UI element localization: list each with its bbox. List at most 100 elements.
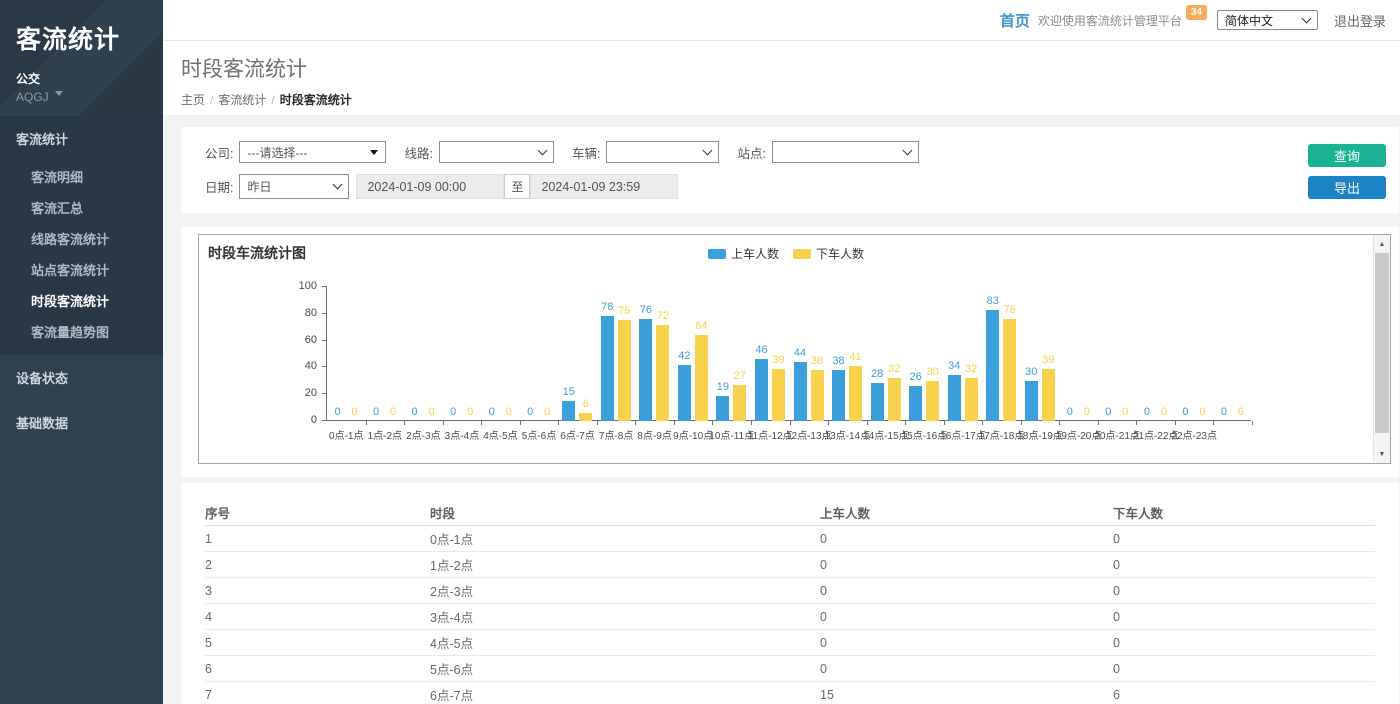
- chart-bar: [695, 335, 708, 421]
- bar-value-label: 0: [506, 406, 512, 418]
- station-select[interactable]: [772, 141, 919, 163]
- breadcrumb-section[interactable]: 客流统计: [218, 93, 266, 107]
- bar-value-label: 27: [734, 370, 746, 382]
- table-cell: 1: [205, 532, 430, 546]
- chevron-down-icon: [703, 145, 713, 155]
- date-to-input[interactable]: 2024-01-09 23:59: [530, 174, 678, 199]
- data-table-panel: 序号时段上车人数下车人数 10点-1点0021点-2点0032点-3点0043点…: [181, 483, 1399, 704]
- chevron-down-icon: [333, 180, 343, 190]
- x-axis-label: 2点-3点: [406, 427, 440, 442]
- vehicle-select[interactable]: [606, 141, 719, 163]
- chevron-down-icon: [1302, 13, 1312, 23]
- scroll-up-icon[interactable]: ▲: [1374, 236, 1390, 252]
- chart-scrollbar[interactable]: ▲ ▼: [1373, 235, 1390, 463]
- company-select[interactable]: ---请选择---: [239, 141, 386, 163]
- sidebar-subitem[interactable]: 站点客流统计: [0, 254, 163, 285]
- x-axis-tick: [944, 421, 945, 425]
- bar-value-label: 0: [1221, 406, 1227, 418]
- x-axis-tick: [443, 421, 444, 425]
- legend-swatch: [708, 249, 726, 259]
- notification-badge[interactable]: 34: [1186, 5, 1207, 20]
- sidebar-subitem[interactable]: 时段客流统计: [0, 285, 163, 316]
- bar-value-label: 6: [583, 398, 589, 410]
- chart-legend: 上车人数下车人数: [199, 245, 1373, 262]
- bar-value-label: 38: [811, 355, 823, 367]
- station-label: 站点:: [737, 143, 765, 162]
- date-preset-value: 昨日: [247, 178, 271, 195]
- chart-bar: [926, 381, 939, 421]
- x-axis-tick: [790, 421, 791, 425]
- date-preset-select[interactable]: 昨日: [239, 174, 349, 199]
- scroll-thumb[interactable]: [1375, 253, 1389, 433]
- sidebar-subitem[interactable]: 客流汇总: [0, 192, 163, 223]
- date-from-input[interactable]: 2024-01-09 00:00: [356, 174, 504, 199]
- org-code-label: AQGJ: [16, 90, 49, 104]
- table-cell: 0: [1113, 610, 1375, 624]
- home-link[interactable]: 首页: [1000, 10, 1030, 31]
- table-cell: 0: [820, 532, 1113, 546]
- sidebar-item[interactable]: 基础数据: [0, 400, 163, 445]
- table-cell: 0点-1点: [430, 529, 820, 548]
- language-select-value: 简体中文: [1225, 12, 1273, 29]
- x-axis-tick: [597, 421, 598, 425]
- nav-section: 基础数据: [0, 400, 163, 445]
- table-row: 43点-4点00: [205, 604, 1375, 630]
- y-axis-tick: [322, 313, 327, 314]
- x-axis-tick: [982, 421, 983, 425]
- x-axis-label: 6点-7点: [560, 427, 594, 442]
- x-axis-tick: [520, 421, 521, 425]
- y-axis-label: 80: [283, 307, 317, 319]
- filter-row-selects: 公司: ---请选择--- 线路: 车辆:: [205, 141, 1279, 163]
- legend-label: 下车人数: [816, 245, 864, 262]
- chart-bar: [1042, 369, 1055, 421]
- filter-panel: 公司: ---请选择--- 线路: 车辆:: [181, 127, 1399, 213]
- scroll-down-icon[interactable]: ▼: [1374, 446, 1390, 462]
- table-cell: 2: [205, 558, 430, 572]
- bar-value-label: 44: [794, 347, 806, 359]
- chart-bar: [772, 369, 785, 421]
- bar-value-label: 0: [1084, 406, 1090, 418]
- chart-bar: [794, 362, 807, 421]
- language-select[interactable]: 简体中文: [1217, 10, 1318, 30]
- org-code-dropdown[interactable]: AQGJ: [16, 90, 163, 104]
- table-cell: 0: [1113, 532, 1375, 546]
- sidebar-item[interactable]: 设备状态: [0, 355, 163, 400]
- chart-bar: [716, 396, 729, 421]
- bar-value-label: 42: [678, 350, 690, 362]
- logout-link[interactable]: 退出登录: [1334, 11, 1386, 30]
- table-cell: 5: [205, 636, 430, 650]
- content-area: 公司: ---请选择--- 线路: 车辆:: [163, 115, 1400, 704]
- bar-value-label: 0: [1182, 406, 1188, 418]
- query-button[interactable]: 查询: [1308, 144, 1386, 167]
- table-cell: 15: [820, 688, 1113, 702]
- breadcrumb-separator: /: [271, 93, 274, 107]
- chart-bar: [1025, 381, 1038, 421]
- export-button[interactable]: 导出: [1308, 176, 1386, 199]
- x-axis-tick: [404, 421, 405, 425]
- bar-value-label: 38: [832, 355, 844, 367]
- sidebar-subitem[interactable]: 客流明细: [0, 161, 163, 192]
- x-axis-label: 7点-8点: [599, 427, 633, 442]
- x-axis-label: 1点-2点: [368, 427, 402, 442]
- chart-bar: [811, 370, 824, 421]
- bar-value-label: 72: [657, 310, 669, 322]
- chart-bar: [849, 366, 862, 421]
- sidebar-item[interactable]: 客流统计: [0, 116, 163, 161]
- page-heading: 时段客流统计 主页/客流统计/时段客流统计: [163, 41, 1400, 115]
- table-row: 21点-2点00: [205, 552, 1375, 578]
- table-cell: 3点-4点: [430, 607, 820, 626]
- bar-value-label: 78: [601, 301, 613, 313]
- x-axis-tick: [867, 421, 868, 425]
- x-axis-label: 0点-1点: [329, 427, 363, 442]
- sidebar-subitem[interactable]: 线路客流统计: [0, 223, 163, 254]
- table-header-cell: 时段: [430, 503, 820, 522]
- y-axis-label: 0: [283, 414, 317, 426]
- bar-value-label: 76: [640, 304, 652, 316]
- x-axis-tick: [635, 421, 636, 425]
- line-select[interactable]: [439, 141, 554, 163]
- sidebar-subitem[interactable]: 客流量趋势图: [0, 316, 163, 347]
- bar-value-label: 39: [1042, 354, 1054, 366]
- bar-value-label: 0: [527, 406, 533, 418]
- bar-value-label: 0: [1122, 406, 1128, 418]
- breadcrumb-home[interactable]: 主页: [181, 93, 205, 107]
